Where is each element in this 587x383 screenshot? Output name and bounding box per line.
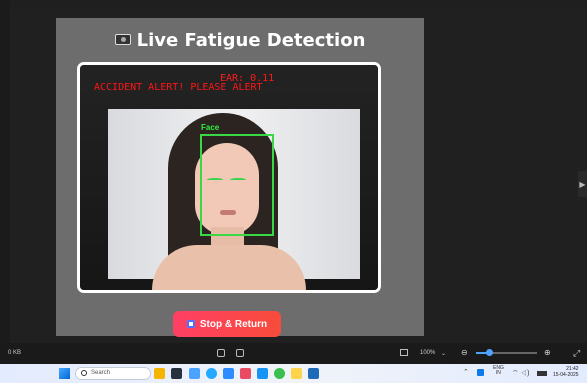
stop-return-label: Stop & Return: [199, 318, 268, 330]
wifi-volume-icon[interactable]: ⌔ ◁): [512, 369, 529, 378]
viewer-toolbar: 0 KB 100% ⌄ ⊖ ⊕ ⤢: [0, 343, 587, 364]
fit-width-icon[interactable]: [400, 349, 408, 356]
stop-return-button[interactable]: Stop & Return: [173, 311, 281, 337]
search-placeholder: Search: [91, 370, 111, 376]
chrome-icon[interactable]: [206, 368, 217, 379]
network-tray-icon[interactable]: [477, 369, 484, 376]
camera-feed: Face EAR: 0.11 ACCIDENT ALERT! PLEASE AL…: [77, 62, 381, 293]
start-icon[interactable]: [59, 368, 70, 379]
fatigue-detection-panel: Live Fatigue Detection Face EAR: 0.11 AC…: [56, 18, 424, 337]
zoom-slider-thumb[interactable]: [486, 349, 493, 356]
edge-icon[interactable]: [189, 368, 200, 379]
page-title-text: Live Fatigue Detection: [136, 30, 366, 51]
image-viewer: Live Fatigue Detection Face EAR: 0.11 AC…: [10, 9, 587, 343]
face-label: Face: [201, 123, 220, 132]
region-code: IN: [495, 370, 501, 376]
code-icon[interactable]: [257, 368, 268, 379]
expand-icon[interactable]: ⤢: [573, 348, 580, 359]
file-size: 0 KB: [8, 350, 22, 356]
mail-icon[interactable]: [240, 368, 251, 379]
left-margin: [0, 0, 10, 343]
stop-icon: [186, 320, 195, 328]
camera-icon: [114, 34, 131, 45]
store-icon[interactable]: [223, 368, 234, 379]
zoom-dropdown-icon[interactable]: ⌄: [441, 350, 446, 357]
fullscreen-icon[interactable]: [236, 349, 244, 357]
taskbar-app-icon[interactable]: [171, 368, 182, 379]
zoom-in-icon[interactable]: ⊕: [544, 348, 551, 357]
system-clock[interactable]: 21:42 15-04-2025: [553, 366, 579, 378]
editor-icon[interactable]: [308, 368, 319, 379]
whatsapp-icon[interactable]: [274, 368, 285, 379]
clock-date: 15-04-2025: [553, 372, 579, 378]
next-image-arrow[interactable]: ▶: [578, 171, 587, 197]
face-detection-box: [200, 134, 274, 236]
taskbar-search-input[interactable]: Search: [75, 367, 151, 380]
tray-overflow-icon[interactable]: ⌃: [463, 368, 469, 376]
zoom-slider[interactable]: [476, 349, 537, 356]
zoom-out-icon[interactable]: ⊖: [461, 348, 468, 357]
subject-shoulders: [152, 245, 306, 290]
zoom-level[interactable]: 100%: [420, 350, 435, 356]
accident-alert: ACCIDENT ALERT! PLEASE ALERT: [94, 82, 263, 93]
file-explorer-icon[interactable]: [154, 368, 165, 379]
folder-icon[interactable]: [291, 368, 302, 379]
screen: Live Fatigue Detection Face EAR: 0.11 AC…: [0, 0, 587, 383]
search-icon: [81, 370, 87, 376]
language-indicator[interactable]: ENG IN: [493, 366, 504, 376]
battery-icon[interactable]: [537, 371, 547, 376]
fit-icon[interactable]: [217, 349, 225, 357]
page-title: Live Fatigue Detection: [56, 30, 424, 51]
windows-taskbar: Search ⌃ ENG IN ⌔ ◁) 21:42 15-04-2025: [0, 364, 587, 383]
